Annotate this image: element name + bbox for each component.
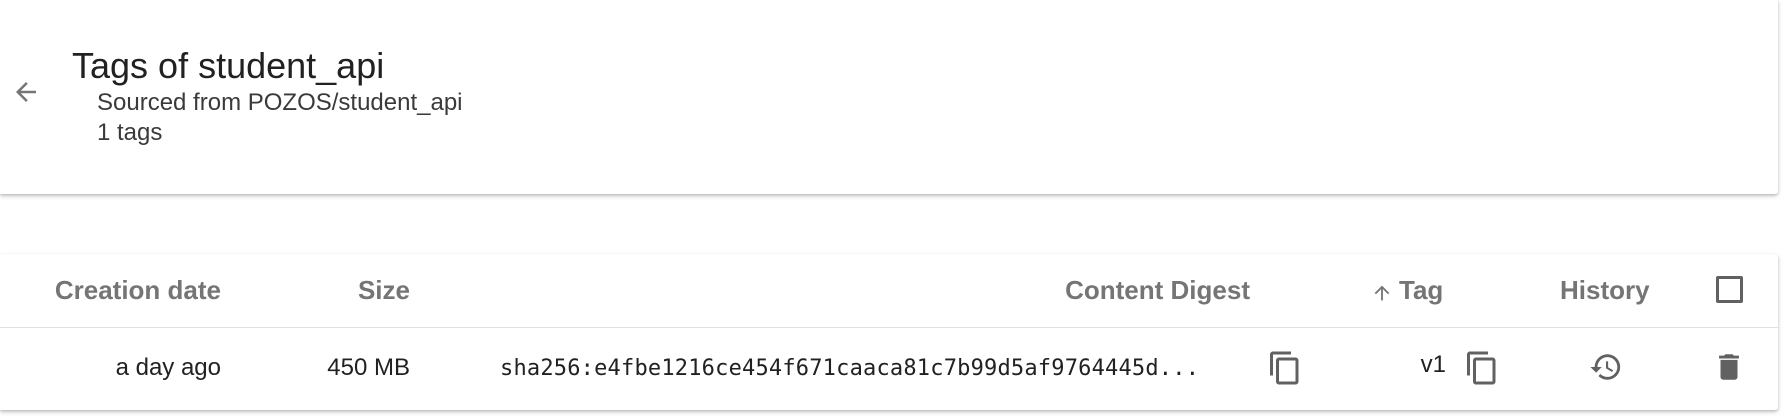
header-card: Tags of student_api Sourced from POZOS/s… (0, 0, 1778, 194)
history-icon (1590, 354, 1621, 380)
copy-icon (1270, 351, 1299, 385)
sort-ascending-icon (1371, 282, 1393, 304)
tags-table: Creation date Size Content Digest Tag Hi… (0, 254, 1778, 410)
content-digest-cell: sha256:e4fbe1216ce454f671caaca81c7b99d5a… (500, 356, 1200, 381)
copy-icon (1467, 351, 1496, 385)
page-title: Tags of student_api (72, 45, 385, 86)
column-header-tag[interactable]: Tag (1371, 274, 1443, 306)
back-button[interactable] (8, 74, 44, 110)
tags-count: 1 tags (97, 119, 163, 146)
history-button[interactable] (1586, 347, 1626, 387)
copy-digest-button[interactable] (1265, 348, 1305, 388)
delete-icon (1719, 354, 1739, 380)
column-header-tag-label: Tag (1399, 275, 1444, 305)
source-subtitle: Sourced from POZOS/student_api (97, 89, 463, 116)
select-all-checkbox[interactable] (1716, 276, 1743, 303)
copy-tag-button[interactable] (1462, 348, 1502, 388)
table-header-row: Creation date Size Content Digest Tag Hi… (0, 254, 1778, 328)
arrow-back-icon (16, 82, 36, 102)
column-header-size[interactable]: Size (358, 274, 410, 306)
column-header-content-digest[interactable]: Content Digest (1065, 274, 1250, 306)
tag-cell: v1 (1420, 351, 1446, 378)
size-cell: 450 MB (327, 354, 410, 381)
column-header-history: History (1560, 275, 1650, 305)
creation-date-cell: a day ago (115, 354, 221, 381)
column-header-creation-date[interactable]: Creation date (55, 274, 221, 306)
delete-button[interactable] (1709, 347, 1749, 387)
table-row: a day ago 450 MB sha256:e4fbe1216ce454f6… (0, 328, 1778, 410)
